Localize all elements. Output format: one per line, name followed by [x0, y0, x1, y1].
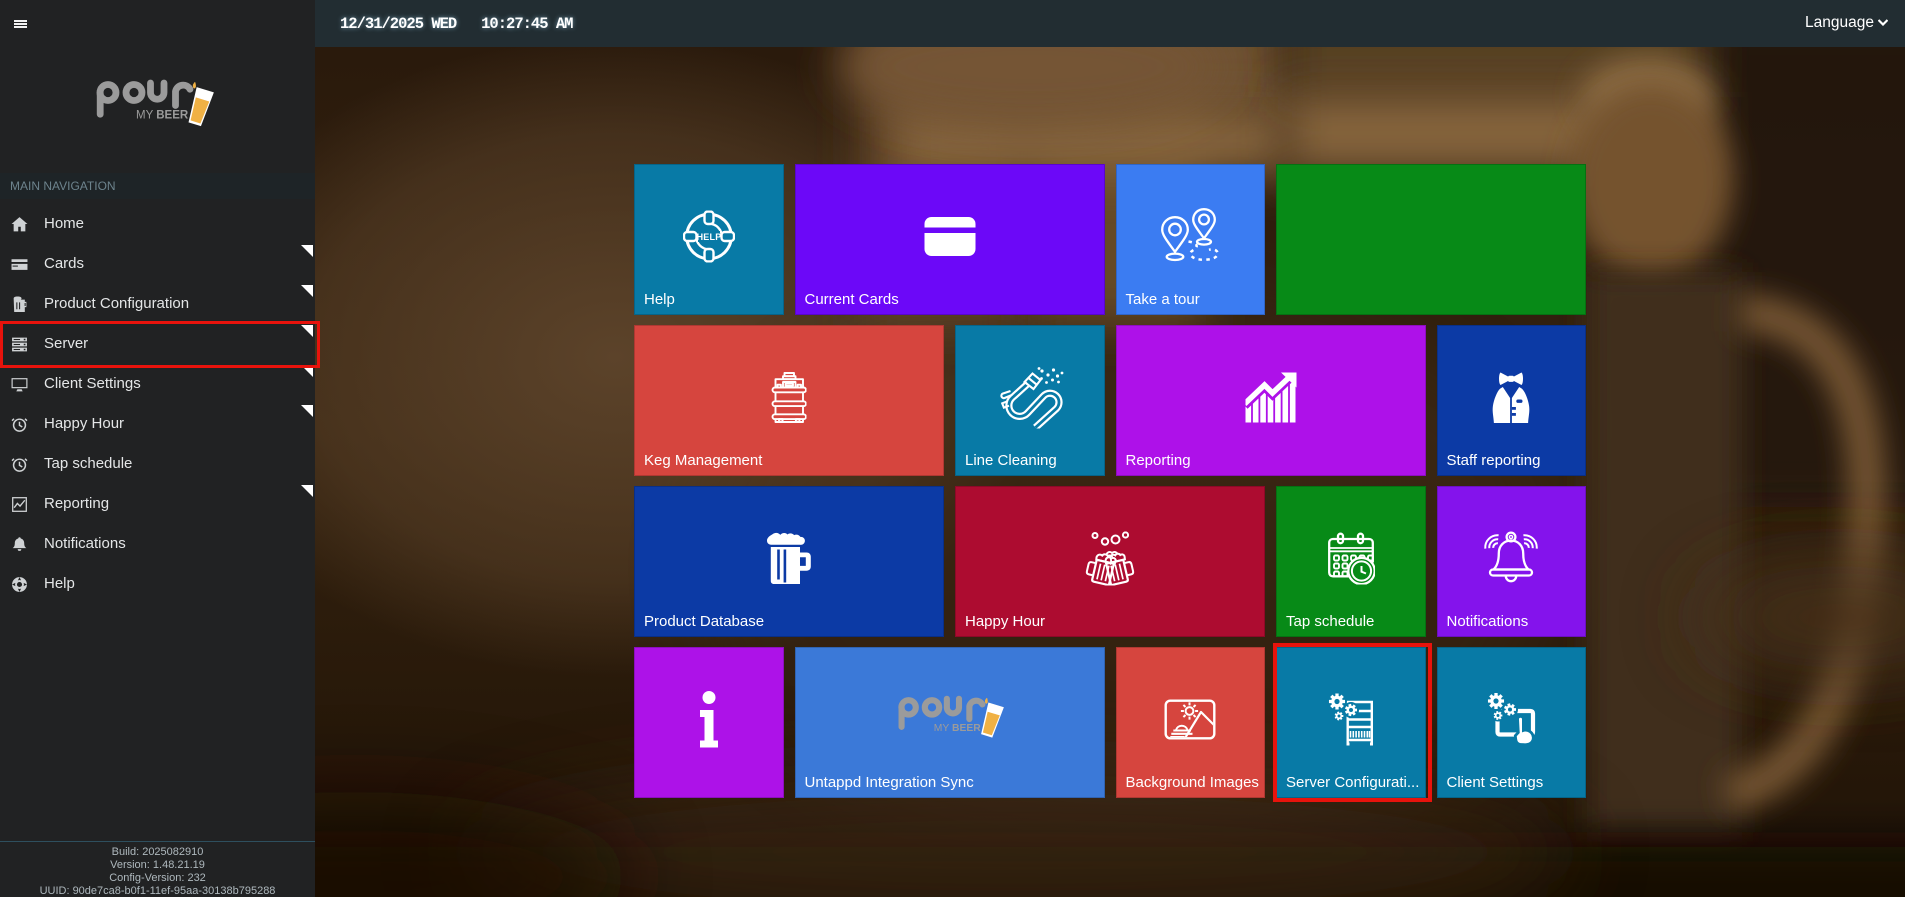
svg-text:HELP: HELP	[696, 232, 721, 242]
